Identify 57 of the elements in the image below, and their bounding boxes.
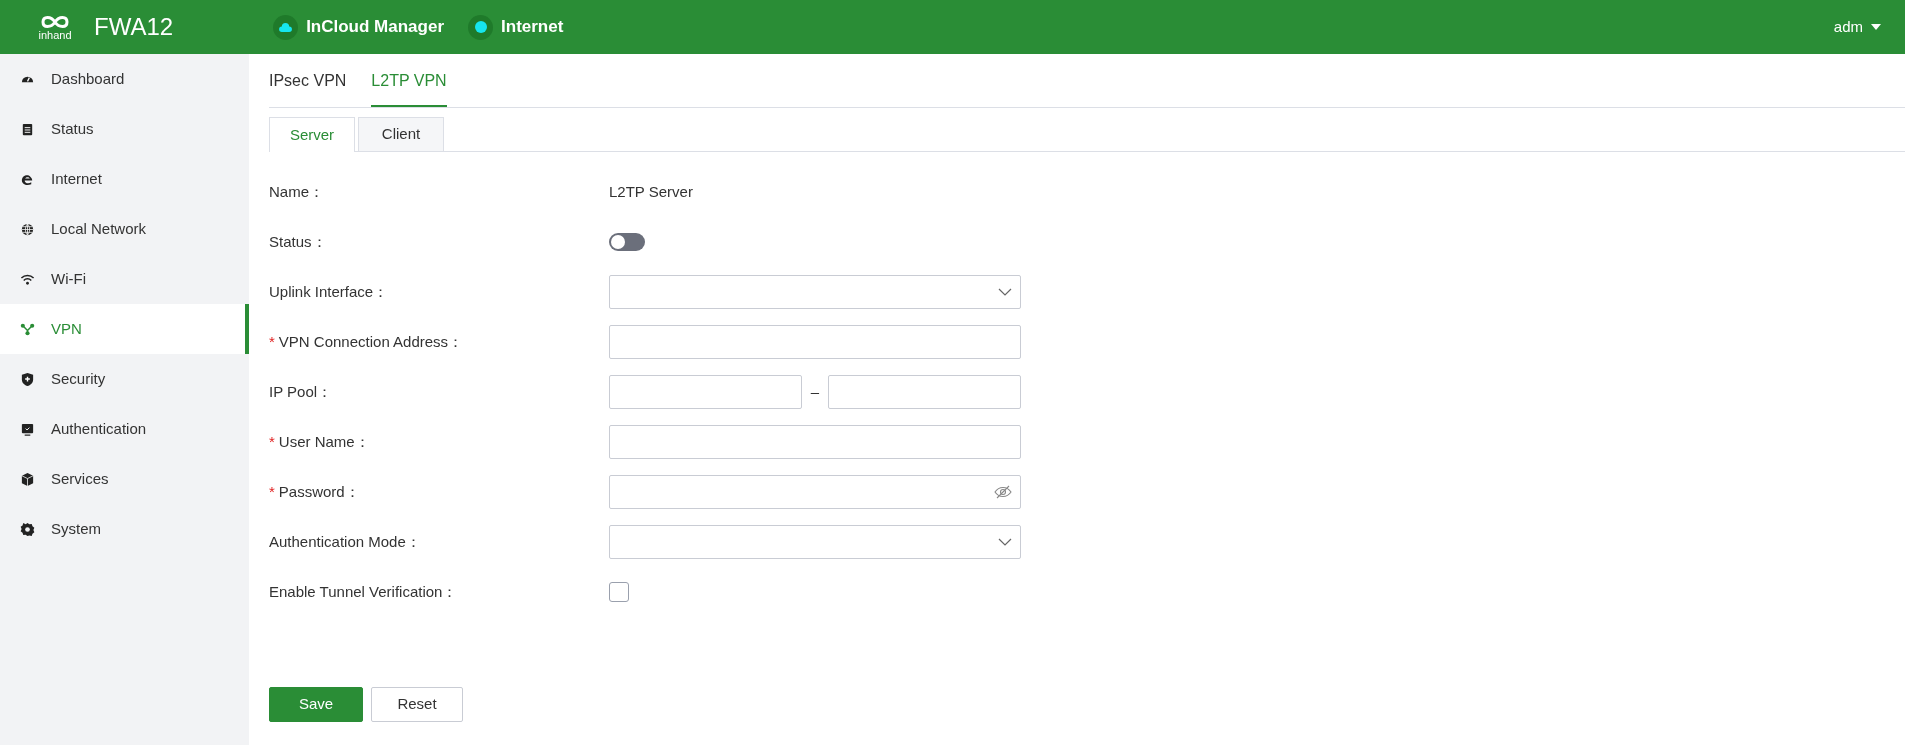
network-nodes-icon [20,321,35,337]
field-label: Authentication Mode： [269,531,421,552]
toggle-switch[interactable] [609,233,645,251]
sidebar-item[interactable]: Dashboard [0,54,249,104]
tab[interactable]: L2TP VPN [371,54,447,107]
user-menu[interactable]: adm [1833,15,1881,39]
password-field[interactable] [609,475,1021,509]
sidebar-item[interactable]: System [0,504,249,554]
cube-icon [20,471,35,487]
field-label: Uplink Interface： [269,281,389,302]
status-dot-icon [468,14,494,40]
checkbox[interactable] [609,582,629,602]
input-field[interactable] [828,375,1021,409]
sidebar-item[interactable]: Wi-Fi [0,254,249,304]
field-label: User Name： [278,431,370,452]
field-label: VPN Connection Address： [278,331,464,352]
range-separator: – [809,381,821,402]
field-label: Enable Tunnel Verification： [269,581,458,602]
input-field[interactable] [609,425,1021,459]
chevron-down-icon [998,538,1012,546]
field-label: Status： [269,231,327,252]
cloud-status-icon [273,14,299,40]
field-value: L2TP Server [609,181,693,202]
required-mark: * [269,481,275,502]
brand-name: inhand [38,29,72,41]
sidebar-item[interactable]: VPN [0,304,249,354]
dropdown-field[interactable] [609,525,1021,559]
tab[interactable]: IPsec VPN [269,54,347,107]
input-field[interactable] [609,325,1021,359]
chevron-down-icon [998,288,1012,296]
product-name: FWA12 [94,12,174,42]
tab[interactable]: Client [358,117,444,151]
sidebar-item[interactable]: Authentication [0,404,249,454]
save-button[interactable]: Save [269,687,363,722]
document-icon [20,121,35,137]
shield-icon [20,371,35,387]
field-label: Password： [278,481,360,502]
sidebar-item[interactable]: Status [0,104,249,154]
gear-icon [20,521,35,537]
sidebar-item[interactable]: Internet [0,154,249,204]
input-field[interactable] [609,375,802,409]
sidebar-item[interactable]: Security [0,354,249,404]
dropdown-field[interactable] [609,275,1021,309]
tab[interactable]: Server [269,117,355,152]
eye-slash-icon [994,485,1012,499]
required-mark: * [269,331,275,352]
field-label: IP Pool： [269,381,333,402]
caret-icon [1871,24,1881,30]
monitor-icon [20,421,35,437]
globe-icon [20,221,35,237]
required-mark: * [269,431,275,452]
sidebar-item[interactable]: Services [0,454,249,504]
field-label: Name： [269,181,324,202]
sidebar-item[interactable]: Local Network [0,204,249,254]
indicator-label: Internet [501,16,564,39]
indicator-label: InCloud Manager [306,16,445,39]
reset-button[interactable]: Reset [371,687,463,722]
